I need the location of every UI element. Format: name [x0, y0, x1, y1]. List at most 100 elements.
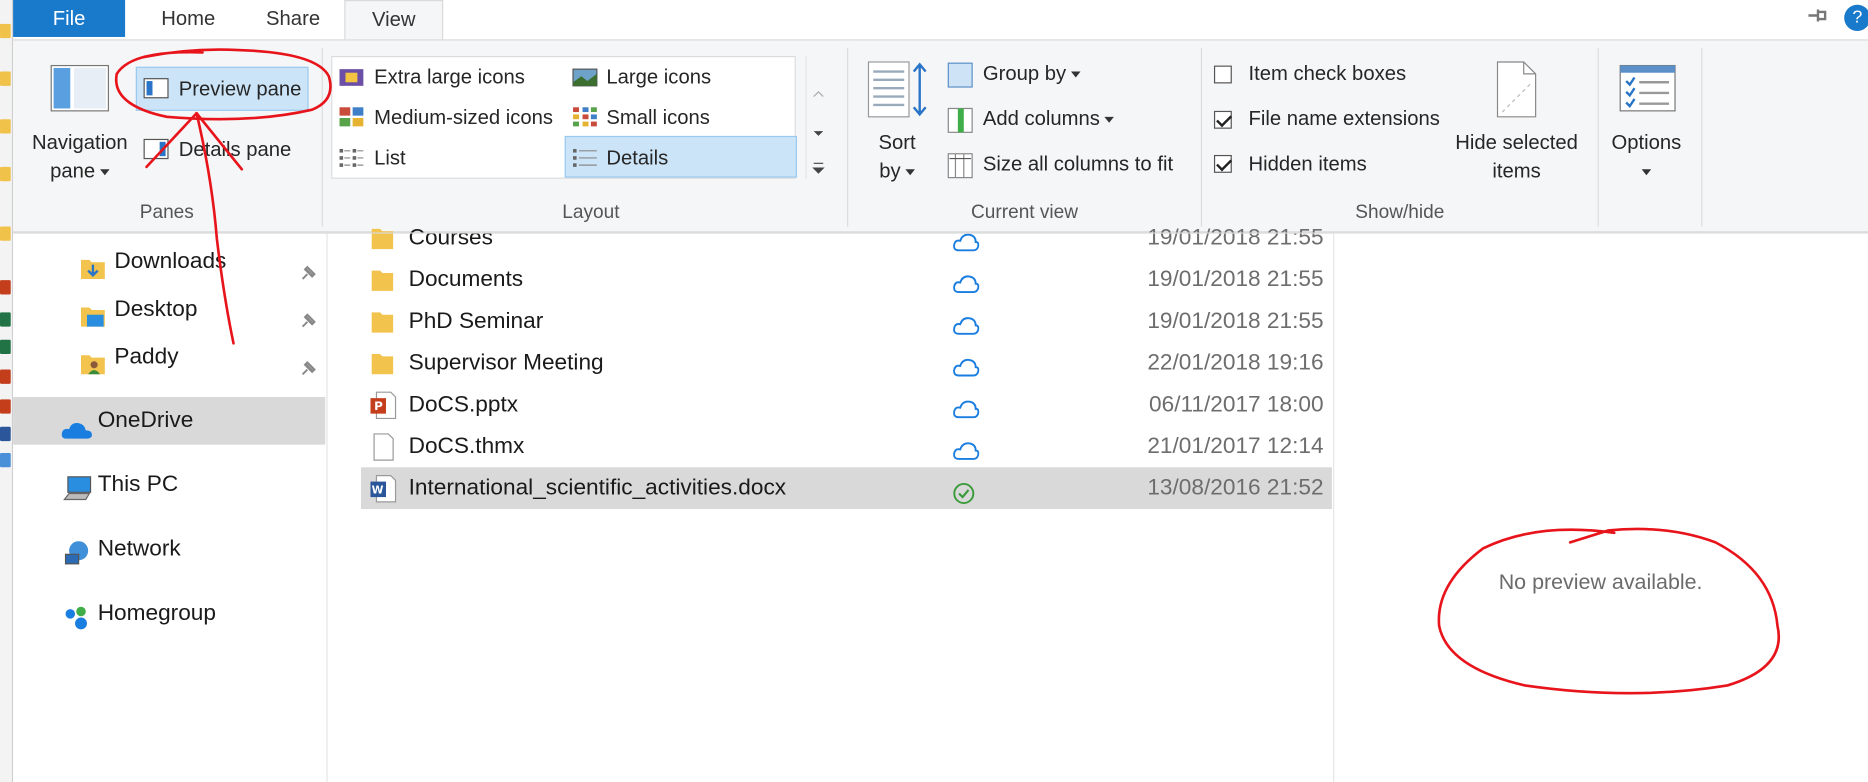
pin-icon[interactable] [299, 348, 318, 375]
file-name-extensions-checkbox[interactable] [1213, 110, 1232, 129]
details-pane-icon [143, 138, 169, 160]
folder-icon [0, 23, 11, 39]
extra-large-icons-option[interactable]: Extra large icons [374, 66, 525, 90]
add-columns-button[interactable]: Add columns [982, 107, 1115, 131]
size-columns-icon [947, 153, 973, 179]
file-list: Courses 19/01/2018 21:55 Documents 19/01… [360, 225, 1332, 782]
size-all-columns-button[interactable]: Size all columns to fit [983, 153, 1173, 177]
file-name: Courses [408, 225, 493, 251]
word-icon [0, 426, 11, 442]
details-icon [572, 147, 598, 168]
file-row-docs-pptx[interactable]: P DoCS.pptx 06/11/2017 18:00 [361, 384, 1332, 426]
navigation-pane: Downloads Desktop Paddy OneDrive This PC… [13, 233, 328, 782]
add-columns-icon [947, 107, 973, 133]
folder-icon [369, 308, 398, 337]
desktop-folder-icon [80, 298, 106, 327]
hide-selected-icon [1495, 60, 1538, 120]
navigation-pane-icon [50, 64, 110, 114]
nav-item-label: Paddy [114, 344, 179, 370]
ribbon: Navigation pane Preview pane Details pan… [13, 39, 1868, 233]
file-date: 22/01/2018 19:16 [1147, 350, 1324, 376]
no-preview-message: No preview available. [1498, 569, 1703, 594]
file-date: 06/11/2017 18:00 [1149, 392, 1324, 418]
nav-item-label: Homegroup [97, 600, 216, 626]
group-by-button[interactable]: Group by [983, 62, 1081, 86]
nav-item-label: Downloads [114, 249, 227, 275]
tab-file[interactable]: File [13, 0, 126, 37]
blank-file-icon [369, 433, 398, 462]
nav-item-label: Network [97, 536, 181, 562]
medium-icons-icon [338, 106, 364, 127]
sort-by-button[interactable]: Sort by [866, 131, 928, 183]
group-by-label: Group by [982, 61, 1067, 85]
divider [1200, 47, 1203, 227]
file-row-courses[interactable]: Courses 19/01/2018 21:55 [361, 217, 1332, 259]
file-row-phd-seminar[interactable]: PhD Seminar 19/01/2018 21:55 [361, 300, 1332, 342]
cloud-status-icon [953, 393, 980, 419]
gallery-scrollbar[interactable] [805, 56, 829, 179]
pin-icon[interactable] [299, 253, 318, 280]
hide-selected-items-button[interactable]: Hide selected items [1449, 131, 1585, 183]
file-row-supervisor-meeting[interactable]: Supervisor Meeting 22/01/2018 19:16 [361, 342, 1332, 384]
details-pane-button[interactable]: Details pane [179, 138, 292, 162]
panes-group-label: Panes [139, 202, 194, 223]
navigation-pane-button[interactable]: Navigation pane [27, 131, 132, 183]
folder-icon [0, 226, 11, 241]
pin-icon[interactable] [299, 300, 318, 328]
tab-home[interactable]: Home [135, 0, 242, 39]
nav-item-label: OneDrive [97, 407, 194, 433]
file-name: DoCS.thmx [408, 433, 525, 459]
cloud-status-icon [953, 226, 980, 252]
nav-item-onedrive[interactable]: OneDrive [13, 396, 326, 445]
nav-item-homegroup[interactable]: Homegroup [13, 590, 325, 638]
preview-pane-icon [143, 77, 169, 99]
large-icons-option[interactable]: Large icons [606, 66, 711, 90]
word-file-icon: W [369, 474, 398, 503]
powerpoint-icon [0, 280, 11, 295]
sort-by-label-2: by [879, 159, 901, 183]
svg-text:W: W [372, 484, 384, 497]
item-check-boxes-checkbox[interactable] [1213, 65, 1232, 84]
downloads-folder-icon [80, 250, 106, 279]
preview-pane: No preview available. [1333, 233, 1868, 782]
folder-icon [369, 266, 398, 295]
details-option[interactable] [564, 135, 797, 178]
user-folder-icon [80, 346, 106, 375]
tab-share[interactable]: Share [242, 0, 344, 39]
navigation-pane-label-2: pane [50, 159, 96, 183]
nav-item-this-pc[interactable]: This PC [13, 461, 325, 509]
file-date: 13/08/2016 21:52 [1147, 475, 1324, 501]
pin-ribbon-icon[interactable] [1806, 7, 1830, 24]
file-row-documents[interactable]: Documents 19/01/2018 21:55 [361, 259, 1332, 301]
file-date: 19/01/2018 21:55 [1147, 308, 1324, 334]
file-name: DoCS.pptx [408, 392, 519, 418]
nav-item-desktop[interactable]: Desktop [13, 286, 325, 334]
help-icon[interactable]: ? [1844, 4, 1868, 31]
medium-icons-option[interactable]: Medium-sized icons [374, 106, 553, 130]
group-by-icon [947, 62, 973, 88]
preview-pane-label: Preview pane [178, 77, 302, 101]
file-name: International_scientific_activities.docx [408, 475, 787, 501]
file-name-extensions-label: File name extensions [1248, 107, 1440, 130]
add-columns-label: Add columns [982, 107, 1100, 130]
file-row-docs-thmx[interactable]: DoCS.thmx 21/01/2017 12:14 [361, 426, 1332, 468]
hidden-items-checkbox[interactable] [1213, 154, 1232, 173]
excel-icon [0, 312, 11, 327]
options-label: Options [1611, 131, 1682, 154]
cloud-status-icon [953, 435, 980, 460]
small-icons-option[interactable]: Small icons [606, 106, 710, 130]
nav-item-network[interactable]: Network [13, 526, 325, 574]
nav-item-paddy[interactable]: Paddy [13, 334, 325, 382]
options-button[interactable]: Options [1605, 131, 1688, 183]
sort-by-label: Sort [878, 131, 916, 154]
large-icons-icon [572, 67, 598, 88]
sort-by-icon [866, 60, 928, 122]
file-row-international-scientific-activities[interactable]: W International_scientific_activities.do… [360, 467, 1332, 510]
nav-item-downloads[interactable]: Downloads [13, 238, 325, 286]
folder-icon [0, 119, 11, 134]
item-check-boxes-label: Item check boxes [1248, 61, 1407, 85]
file-name: Supervisor Meeting [408, 350, 604, 376]
list-option[interactable]: List [374, 147, 406, 171]
tab-view[interactable]: View [344, 0, 444, 41]
file-name: Documents [408, 267, 524, 293]
